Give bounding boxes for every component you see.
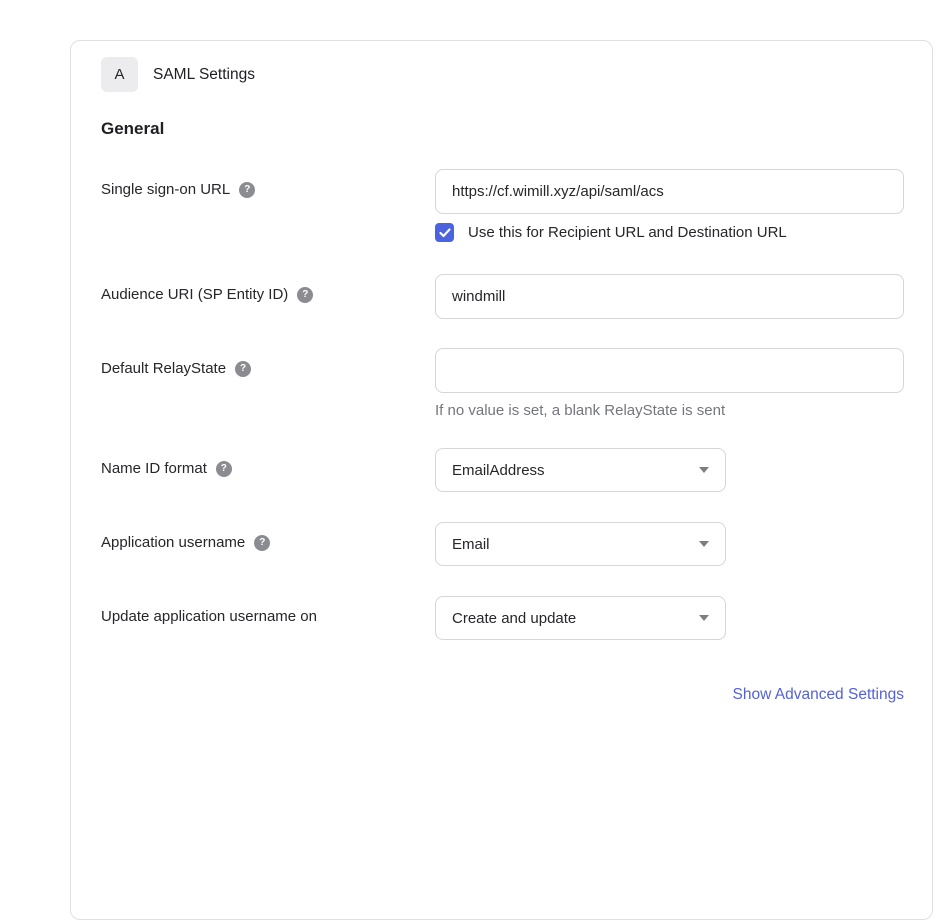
checkmark-icon [439, 228, 451, 238]
name-id-format-label: Name ID format [101, 460, 207, 477]
name-id-format-selected-value: EmailAddress [452, 462, 545, 479]
application-username-label-col: Application username ? [101, 522, 435, 551]
application-username-help-icon[interactable]: ? [254, 535, 270, 551]
audience-uri-label: Audience URI (SP Entity ID) [101, 286, 288, 303]
update-username-on-selected-value: Create and update [452, 610, 576, 627]
default-relaystate-field-col: If no value is set, a blank RelayState i… [435, 348, 904, 419]
default-relaystate-label: Default RelayState [101, 360, 226, 377]
sso-url-field-col: Use this for Recipient URL and Destinati… [435, 169, 904, 242]
card-header: A SAML Settings [101, 57, 902, 92]
saml-settings-card: A SAML Settings General Single sign-on U… [70, 40, 933, 920]
application-username-label: Application username [101, 534, 245, 551]
name-id-format-label-col: Name ID format ? [101, 448, 435, 477]
sso-url-help-icon[interactable]: ? [239, 182, 255, 198]
page-title: SAML Settings [153, 66, 255, 84]
sso-url-checkbox-row: Use this for Recipient URL and Destinati… [435, 223, 904, 242]
audience-uri-help-icon[interactable]: ? [297, 287, 313, 303]
default-relaystate-help-icon[interactable]: ? [235, 361, 251, 377]
audience-uri-input[interactable] [435, 274, 904, 319]
audience-uri-row: Audience URI (SP Entity ID) ? [101, 274, 902, 319]
audience-uri-label-col: Audience URI (SP Entity ID) ? [101, 274, 435, 303]
update-username-on-select[interactable]: Create and update [435, 596, 726, 640]
name-id-format-select[interactable]: EmailAddress [435, 448, 726, 492]
update-username-on-label-col: Update application username on [101, 596, 435, 625]
application-username-select[interactable]: Email [435, 522, 726, 566]
sso-url-label-col: Single sign-on URL ? [101, 169, 435, 198]
name-id-format-help-icon[interactable]: ? [216, 461, 232, 477]
chevron-down-icon [699, 467, 709, 473]
audience-uri-field-col [435, 274, 904, 319]
sso-url-row: Single sign-on URL ? Use this for Recipi… [101, 169, 902, 242]
default-relaystate-input[interactable] [435, 348, 904, 393]
application-username-row: Application username ? Email [101, 522, 902, 566]
default-relaystate-label-col: Default RelayState ? [101, 348, 435, 377]
default-relaystate-row: Default RelayState ? If no value is set,… [101, 348, 902, 419]
name-id-format-field-col: EmailAddress [435, 448, 902, 492]
name-id-format-row: Name ID format ? EmailAddress [101, 448, 902, 492]
general-section-heading: General [101, 119, 902, 139]
advanced-settings-link-row: Show Advanced Settings [101, 686, 904, 704]
chevron-down-icon [699, 541, 709, 547]
saml-settings-form: Single sign-on URL ? Use this for Recipi… [101, 169, 902, 704]
update-username-on-label: Update application username on [101, 608, 317, 625]
show-advanced-settings-link[interactable]: Show Advanced Settings [733, 686, 904, 703]
update-username-on-row: Update application username on Create an… [101, 596, 902, 640]
application-username-selected-value: Email [452, 536, 490, 553]
recipient-url-checkbox[interactable] [435, 223, 454, 242]
application-username-field-col: Email [435, 522, 902, 566]
recipient-url-checkbox-label: Use this for Recipient URL and Destinati… [468, 224, 787, 241]
update-username-on-field-col: Create and update [435, 596, 902, 640]
sso-url-label: Single sign-on URL [101, 181, 230, 198]
default-relaystate-helper-text: If no value is set, a blank RelayState i… [435, 402, 904, 419]
section-badge: A [101, 57, 138, 92]
sso-url-input[interactable] [435, 169, 904, 214]
chevron-down-icon [699, 615, 709, 621]
